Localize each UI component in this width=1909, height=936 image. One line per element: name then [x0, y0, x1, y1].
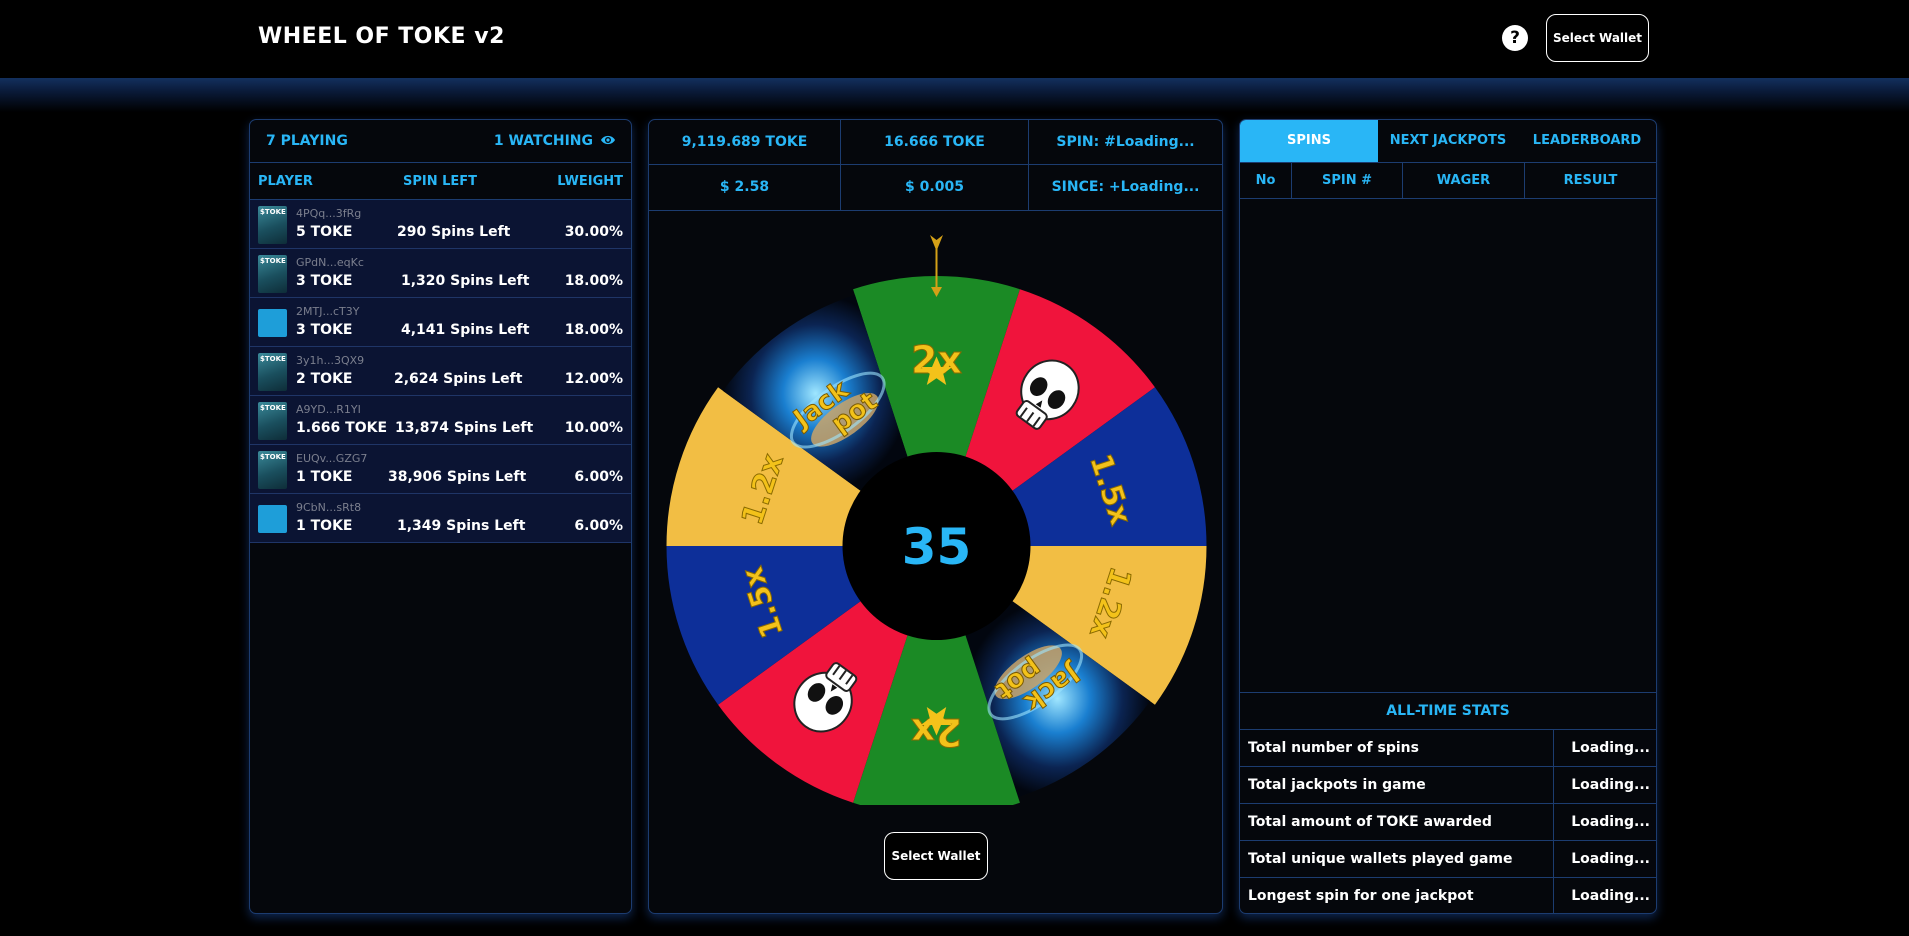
- player-row: EUQv...GZG7 1 TOKE 38,906 Spins Left 6.00%: [250, 445, 631, 494]
- spins-table-body: [1240, 199, 1656, 693]
- spin-number: SPIN: #Loading...: [1029, 120, 1222, 165]
- player-address: 2MTJ...cT3Y: [296, 305, 360, 318]
- player-row: 2MTJ...cT3Y 3 TOKE 4,141 Spins Left 18.00%: [250, 298, 631, 347]
- countdown: 35: [902, 518, 972, 576]
- stat-label: Longest spin for one jackpot: [1240, 878, 1554, 913]
- tab-leaderboard[interactable]: LEADERBOARD: [1518, 120, 1656, 162]
- avatar: [258, 255, 287, 293]
- players-header: 7 PLAYING 1 WATCHING: [250, 120, 631, 163]
- game-panel: 9,119.689 TOKE 16.666 TOKE SPIN: #Loadin…: [648, 119, 1223, 914]
- player-row: GPdN...eqKc 3 TOKE 1,320 Spins Left 18.00%: [250, 249, 631, 298]
- player-weight: 10.00%: [564, 420, 623, 436]
- pot-usd: $ 2.58: [649, 165, 841, 210]
- col-player: PLAYER: [258, 174, 313, 189]
- stat-row: Total number of spins Loading...: [1240, 730, 1656, 767]
- pointer-arrow-icon: [930, 235, 943, 297]
- tab-next-jackpots[interactable]: NEXT JACKPOTS: [1378, 120, 1518, 162]
- col-wager: WAGER: [1403, 163, 1525, 198]
- stat-label: Total jackpots in game: [1240, 767, 1554, 803]
- player-row: 4PQq...3fRg 5 TOKE 290 Spins Left 30.00%: [250, 200, 631, 249]
- player-weight: 18.00%: [564, 322, 623, 338]
- since-time: SINCE: +Loading...: [1051, 179, 1200, 195]
- spin-select-wallet-button[interactable]: Select Wallet: [884, 832, 988, 880]
- alltime-stats-list: Total number of spins Loading... Total jac…: [1240, 730, 1656, 913]
- spins-table-header: No SPIN # WAGER RESULT: [1240, 163, 1656, 199]
- player-amount: 5 TOKE: [296, 224, 353, 240]
- app-title: WHEEL OF TOKE v2: [258, 24, 505, 49]
- col-spin-left: SPIN LEFT: [403, 174, 478, 189]
- avatar: [258, 353, 287, 391]
- alltime-stats-title: ALL-TIME STATS: [1240, 693, 1656, 730]
- stat-value: Loading...: [1571, 814, 1650, 830]
- player-row: A9YD...R1YI 1.666 TOKE 13,874 Spins Left 10…: [250, 396, 631, 445]
- wheel-area: 2x1.5x1.2xJackpot2x1.5x1.2xJackpot 35: [665, 225, 1208, 817]
- player-amount: 1 TOKE: [296, 469, 353, 485]
- players-columns: PLAYER SPIN LEFT LWEIGHT: [250, 163, 631, 200]
- player-address: 9CbN...sRt8: [296, 501, 362, 514]
- player-weight: 6.00%: [574, 469, 623, 485]
- history-panel: SPINS NEXT JACKPOTS LEADERBOARD No SPIN …: [1239, 119, 1657, 914]
- player-spins-left: 2,624 Spins Left: [394, 371, 523, 387]
- player-weight: 18.00%: [564, 273, 623, 289]
- avatar: [258, 309, 287, 337]
- player-row: 9CbN...sRt8 1 TOKE 1,349 Spins Left 6.00%: [250, 494, 631, 543]
- player-spins-left: 38,906 Spins Left: [388, 469, 527, 485]
- prize-wheel: 2x1.5x1.2xJackpot2x1.5x1.2xJackpot 35: [666, 235, 1207, 817]
- stat-row: Total unique wallets played game Loading.…: [1240, 841, 1656, 878]
- player-spins-left: 1,349 Spins Left: [397, 518, 526, 534]
- top-bar: WHEEL OF TOKE v2 ? Select Wallet: [0, 0, 1909, 78]
- stat-value: Loading...: [1571, 851, 1650, 867]
- header-glow: [0, 78, 1909, 112]
- stat-label: Total number of spins: [1240, 730, 1554, 766]
- pot-toke: 9,119.689 TOKE: [649, 120, 841, 165]
- playing-count: 7 PLAYING: [266, 133, 348, 149]
- player-spins-left: 1,320 Spins Left: [401, 273, 530, 289]
- player-row: 3y1h...3QX9 2 TOKE 2,624 Spins Left 12.00%: [250, 347, 631, 396]
- player-address: EUQv...GZG7: [296, 452, 368, 465]
- stat-label: Total amount of TOKE awarded: [1240, 804, 1554, 840]
- col-spin-number: SPIN #: [1292, 163, 1403, 198]
- player-address: GPdN...eqKc: [296, 256, 364, 269]
- history-tabs: SPINS NEXT JACKPOTS LEADERBOARD: [1240, 120, 1656, 163]
- player-spins-left: 13,874 Spins Left: [395, 420, 534, 436]
- col-weight: LWEIGHT: [557, 174, 623, 189]
- stat-value: Loading...: [1571, 888, 1650, 904]
- player-address: A9YD...R1YI: [296, 403, 361, 416]
- player-amount: 1.666 TOKE: [296, 420, 388, 436]
- player-address: 4PQq...3fRg: [296, 207, 362, 220]
- stat-row: Total jackpots in game Loading...: [1240, 767, 1656, 804]
- player-weight: 12.00%: [564, 371, 623, 387]
- stat-row: Total amount of TOKE awarded Loading...: [1240, 804, 1656, 841]
- player-spins-left: 4,141 Spins Left: [401, 322, 530, 338]
- player-spins-left: 290 Spins Left: [397, 224, 511, 240]
- player-amount: 3 TOKE: [296, 322, 353, 338]
- wager-usd: $ 0.005: [841, 165, 1029, 210]
- help-button[interactable]: ?: [1502, 25, 1528, 51]
- col-result: RESULT: [1563, 173, 1618, 188]
- players-panel: 7 PLAYING 1 WATCHING PLAYER SPIN LEFT LW…: [249, 119, 632, 914]
- col-no: No: [1240, 163, 1292, 198]
- player-weight: 6.00%: [574, 518, 623, 534]
- tab-spins[interactable]: SPINS: [1240, 120, 1378, 162]
- avatar: [258, 206, 287, 244]
- stat-value: Loading...: [1571, 777, 1650, 793]
- player-amount: 2 TOKE: [296, 371, 353, 387]
- avatar: [258, 451, 287, 489]
- player-amount: 1 TOKE: [296, 518, 353, 534]
- avatar: [258, 505, 287, 533]
- avatar: [258, 402, 287, 440]
- stat-row: Longest spin for one jackpot Loading...: [1240, 878, 1656, 913]
- select-wallet-button[interactable]: Select Wallet: [1546, 14, 1649, 62]
- player-weight: 30.00%: [564, 224, 623, 240]
- player-address: 3y1h...3QX9: [296, 354, 365, 367]
- player-list: 4PQq...3fRg 5 TOKE 290 Spins Left 30.00% GPd…: [250, 200, 631, 543]
- player-amount: 3 TOKE: [296, 273, 353, 289]
- stat-label: Total unique wallets played game: [1240, 841, 1554, 877]
- wager-toke: 16.666 TOKE: [841, 120, 1029, 165]
- watching-count: 1 WATCHING: [493, 133, 593, 149]
- game-stats: 9,119.689 TOKE 16.666 TOKE SPIN: #Loadin…: [649, 120, 1222, 211]
- eye-icon: [601, 135, 615, 145]
- stat-value: Loading...: [1571, 740, 1650, 756]
